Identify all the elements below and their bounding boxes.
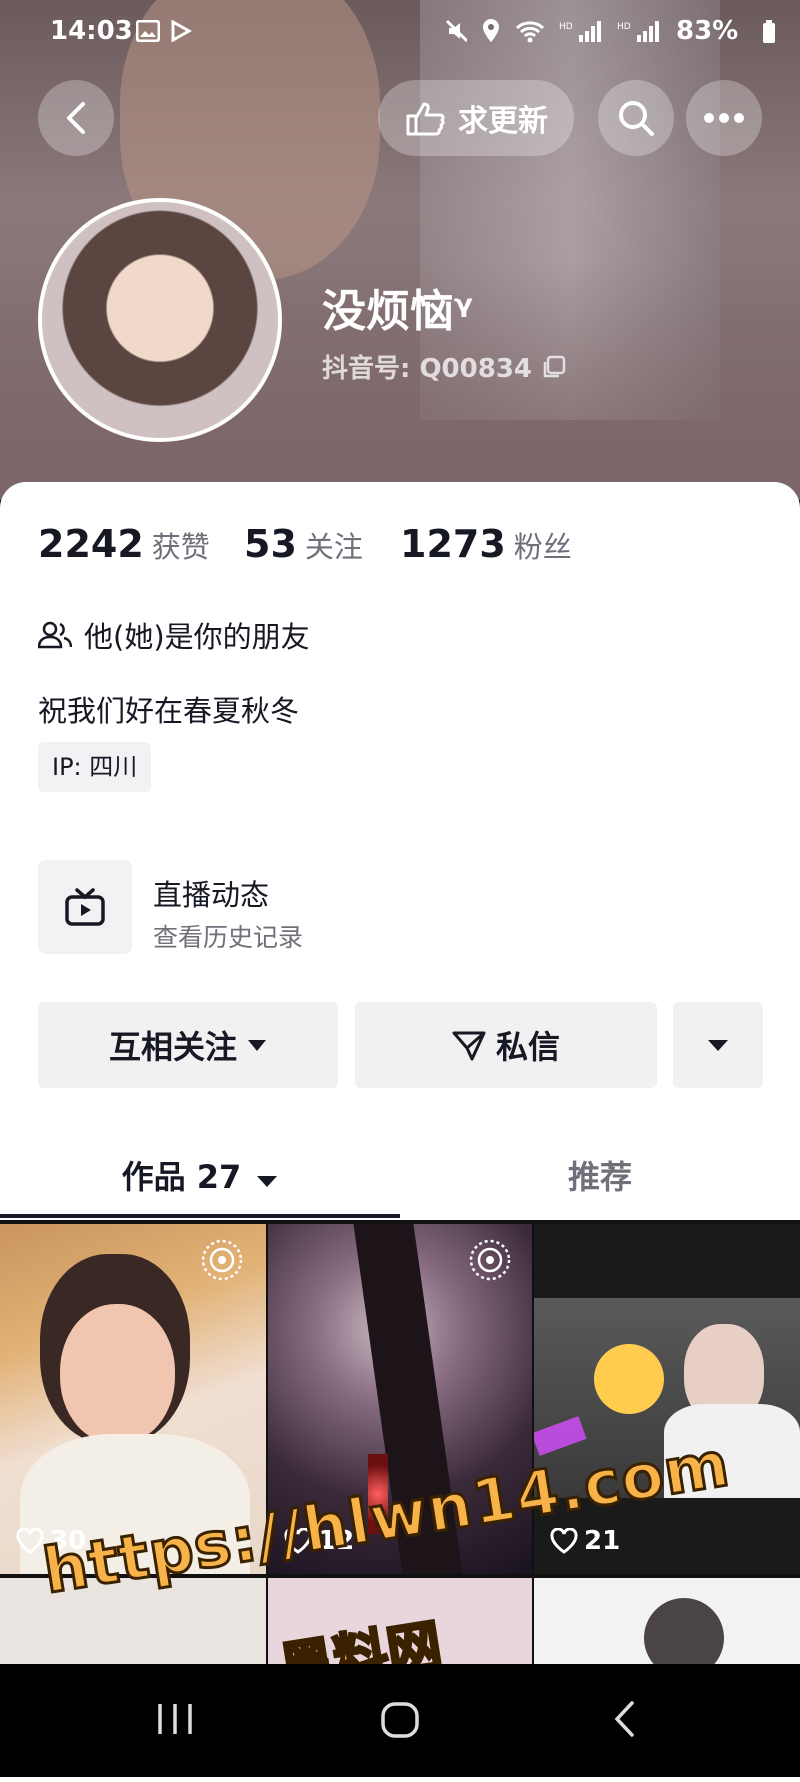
signal-2-icon: HD xyxy=(617,21,659,42)
avatar[interactable] xyxy=(38,198,282,442)
gallery-icon xyxy=(136,20,160,42)
request-update-button[interactable]: 求更新 xyxy=(378,80,574,156)
stat-value: 1273 xyxy=(400,522,506,566)
search-icon xyxy=(619,101,654,136)
live-subtitle[interactable]: 查看历史记录 xyxy=(153,918,303,954)
wifi-icon xyxy=(515,21,545,43)
recent-apps-icon[interactable] xyxy=(156,1702,194,1736)
request-update-label: 求更新 xyxy=(458,104,548,139)
stat-value: 2242 xyxy=(38,522,144,566)
stat-value: 53 xyxy=(244,522,297,566)
stat-label: 关注 xyxy=(304,530,363,564)
live-ring-icon xyxy=(469,1239,511,1281)
tab-recommend[interactable]: 推荐 xyxy=(400,1152,800,1198)
stat-likes: 2242 获赞 xyxy=(38,522,210,566)
stat-label: 粉丝 xyxy=(513,530,572,564)
smiling-emoji-icon xyxy=(594,1344,664,1414)
status-left-icons xyxy=(136,20,192,42)
douyin-id-text: 抖音号: Q00834 xyxy=(322,354,533,384)
tab-works[interactable]: 作品 27 xyxy=(0,1152,400,1198)
battery-icon xyxy=(763,20,775,43)
tab-works-label: 作品 27 xyxy=(121,1158,242,1196)
tab-underline xyxy=(0,1214,400,1218)
profile-name: 没烦恼ᵞ xyxy=(322,286,473,337)
back-nav-icon[interactable] xyxy=(610,1700,640,1738)
home-icon[interactable] xyxy=(380,1702,420,1738)
ip-badge: IP: 四川 xyxy=(38,742,152,792)
more-actions-button[interactable] xyxy=(673,1002,763,1088)
back-button[interactable] xyxy=(38,80,114,156)
battery-percent: 83% xyxy=(676,16,739,46)
status-right-icons: HD HD xyxy=(445,18,661,44)
stat-followers[interactable]: 1273 粉丝 xyxy=(400,522,572,566)
search-button[interactable] xyxy=(598,80,674,156)
likes-count: 21 xyxy=(550,1526,620,1556)
hand-point-icon xyxy=(406,102,445,136)
copy-icon[interactable] xyxy=(542,355,566,379)
douyin-id-row[interactable]: 抖音号: Q00834 xyxy=(322,348,566,385)
svg-text:HD: HD xyxy=(617,22,631,32)
bio-text: 祝我们好在春夏秋冬 xyxy=(38,694,300,728)
live-title[interactable]: 直播动态 xyxy=(153,872,269,914)
play-store-icon xyxy=(171,20,192,42)
friend-note-text: 他(她)是你的朋友 xyxy=(84,620,310,654)
live-entry-icon-box[interactable] xyxy=(38,860,132,954)
stat-following[interactable]: 53 关注 xyxy=(244,522,363,566)
svg-text:HD: HD xyxy=(559,22,573,32)
more-button[interactable] xyxy=(686,80,762,156)
friends-icon xyxy=(38,621,72,649)
caret-down-icon xyxy=(257,1176,278,1187)
status-time: 14:03 xyxy=(50,16,133,46)
video-thumbnail[interactable] xyxy=(534,1578,800,1668)
send-icon xyxy=(452,1031,486,1061)
heart-icon xyxy=(550,1528,578,1554)
caret-down-icon xyxy=(708,1040,728,1051)
message-label: 私信 xyxy=(495,1028,560,1066)
live-ring-icon xyxy=(201,1239,243,1281)
message-button[interactable]: 私信 xyxy=(355,1002,657,1088)
caret-down-icon xyxy=(248,1040,266,1051)
friend-note: 他(她)是你的朋友 xyxy=(38,614,310,656)
mutual-follow-button[interactable]: 互相关注 xyxy=(38,1002,338,1088)
chevron-left-icon xyxy=(67,102,85,134)
likes-value: 21 xyxy=(584,1526,621,1556)
mutual-follow-label: 互相关注 xyxy=(108,1028,237,1066)
tv-icon xyxy=(65,888,105,926)
more-dots-icon xyxy=(704,113,744,123)
mute-icon xyxy=(445,19,467,43)
stat-label: 获赞 xyxy=(151,530,210,564)
signal-1-icon: HD xyxy=(559,21,601,42)
location-icon xyxy=(483,19,499,42)
